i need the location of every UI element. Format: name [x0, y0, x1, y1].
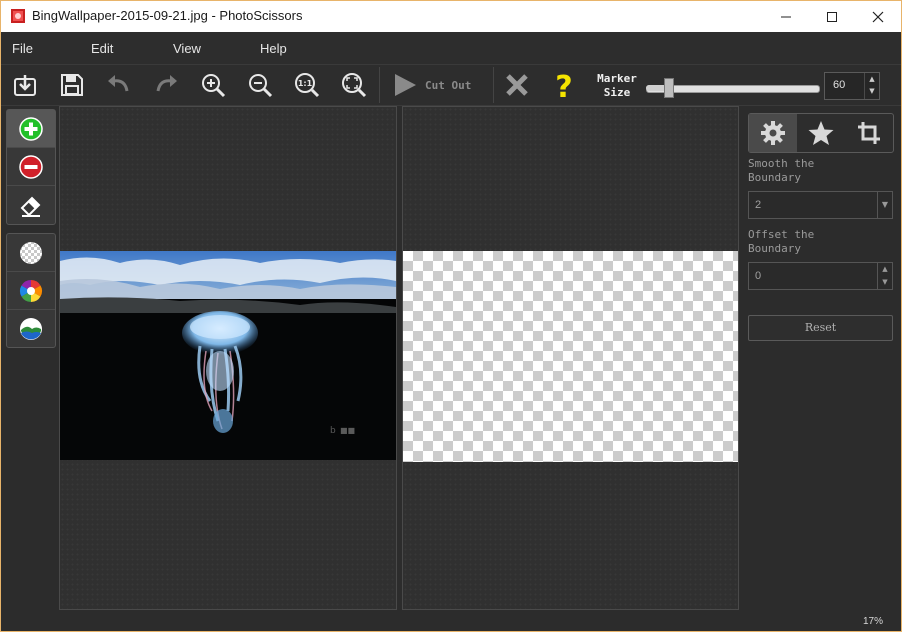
- crop-icon: [858, 122, 880, 144]
- zoom-actual-icon: 1:1: [295, 73, 320, 98]
- play-icon: [395, 74, 416, 96]
- source-image: b ■■: [60, 251, 396, 460]
- menu-view[interactable]: View: [173, 41, 201, 56]
- marker-tools-group: [6, 109, 56, 225]
- color-bg-button[interactable]: [7, 272, 55, 310]
- smooth-boundary-select[interactable]: 2 ▼: [748, 191, 893, 219]
- settings-tabs: [748, 113, 894, 153]
- save-button[interactable]: [56, 69, 88, 101]
- offset-boundary-input[interactable]: 0 ▲ ▼: [748, 262, 893, 290]
- result-transparent-area: [403, 251, 738, 462]
- offset-boundary-value: 0: [755, 270, 762, 282]
- image-bg-button[interactable]: [7, 310, 55, 347]
- maximize-icon: [827, 11, 837, 22]
- marker-size-slider-thumb[interactable]: [664, 78, 674, 98]
- background-tools-group: [6, 233, 56, 348]
- redo-icon: [156, 75, 177, 92]
- save-icon: [61, 74, 83, 96]
- eraser-button[interactable]: [7, 186, 55, 223]
- marker-size-stepper[interactable]: ▲ ▼: [864, 73, 879, 99]
- transparent-bg-icon: [20, 241, 42, 264]
- minimize-icon: [781, 16, 791, 17]
- offset-boundary-stepper[interactable]: ▲ ▼: [877, 263, 892, 289]
- cut-out-label: Cut Out: [425, 79, 472, 92]
- help-button[interactable]: ?: [548, 69, 580, 101]
- zoom-level: 17%: [862, 616, 883, 627]
- add-marker-button[interactable]: [7, 110, 55, 148]
- marker-size-input[interactable]: 60 ▲ ▼: [824, 72, 880, 100]
- svg-text:b: b: [330, 426, 336, 436]
- svg-text:1:1: 1:1: [298, 79, 313, 88]
- remove-marker-icon: [19, 154, 43, 179]
- zoom-fit-icon: [342, 73, 367, 98]
- cancel-button[interactable]: [501, 69, 533, 101]
- jellyfish-photo: b ■■: [60, 251, 396, 460]
- app-window: BingWallpaper-2015-09-21.jpg - PhotoScis…: [0, 0, 902, 632]
- crop-tab[interactable]: [845, 114, 893, 152]
- toolbar: 1:1 Cut Out ? Marker Size 60 ▲ ▼: [1, 64, 901, 106]
- menu-help[interactable]: Help: [260, 41, 287, 56]
- marker-size-value: 60: [833, 79, 846, 91]
- maximize-button[interactable]: [809, 1, 855, 32]
- menu-edit[interactable]: Edit: [91, 41, 113, 56]
- zoom-actual-button[interactable]: 1:1: [291, 69, 323, 101]
- effects-tab[interactable]: [797, 114, 845, 152]
- gear-icon: [761, 121, 785, 145]
- eraser-icon: [20, 196, 41, 217]
- undo-icon: [108, 75, 129, 92]
- close-button[interactable]: [855, 1, 901, 32]
- zoom-fit-button[interactable]: [338, 69, 370, 101]
- title-bar: BingWallpaper-2015-09-21.jpg - PhotoScis…: [1, 1, 901, 32]
- menu-bar: File Edit View Help: [1, 32, 901, 64]
- transparent-bg-button[interactable]: [7, 234, 55, 272]
- close-x-icon: [506, 74, 528, 96]
- add-marker-icon: [19, 116, 43, 141]
- remove-marker-button[interactable]: [7, 148, 55, 186]
- app-icon: [11, 9, 25, 23]
- zoom-in-button[interactable]: [197, 69, 229, 101]
- settings-tab[interactable]: [749, 114, 797, 152]
- zoom-out-button[interactable]: [244, 69, 276, 101]
- cut-out-button[interactable]: Cut Out: [379, 67, 494, 103]
- open-button[interactable]: [9, 69, 41, 101]
- open-icon: [14, 75, 36, 96]
- offset-boundary-label: Offset the Boundary: [748, 228, 815, 255]
- svg-text:■■: ■■: [340, 426, 355, 435]
- menu-file[interactable]: File: [12, 41, 33, 56]
- smooth-boundary-value: 2: [755, 199, 762, 211]
- reset-button[interactable]: Reset: [748, 315, 893, 341]
- minimize-button[interactable]: [763, 1, 809, 32]
- zoom-in-icon: [202, 74, 226, 98]
- window-title: BingWallpaper-2015-09-21.jpg - PhotoScis…: [32, 8, 303, 23]
- smooth-boundary-label: Smooth the Boundary: [748, 157, 815, 184]
- zoom-out-icon: [249, 74, 273, 98]
- image-bg-icon: [20, 317, 42, 340]
- chevron-down-icon: ▼: [877, 192, 892, 218]
- marker-size-label: Marker Size: [597, 72, 637, 99]
- undo-button[interactable]: [103, 69, 135, 101]
- redo-button[interactable]: [150, 69, 182, 101]
- color-bg-icon: [20, 279, 42, 302]
- help-icon: ?: [555, 70, 572, 100]
- svg-text:?: ?: [555, 70, 572, 100]
- close-icon: [872, 11, 884, 22]
- star-icon: [808, 121, 834, 145]
